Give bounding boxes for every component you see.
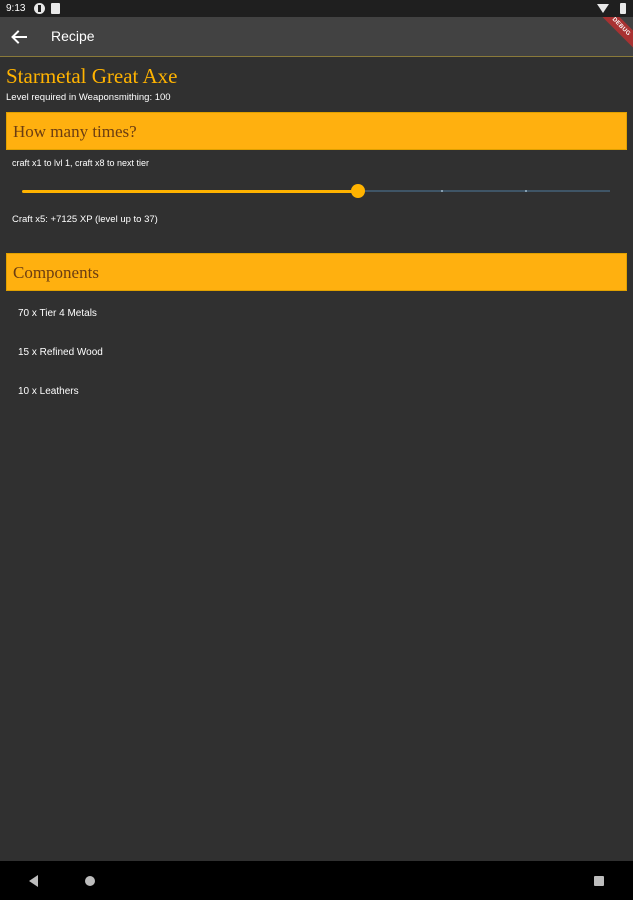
slider-thumb[interactable] (351, 184, 365, 198)
status-time: 9:13 (6, 3, 26, 14)
craft-hint-text: craft x1 to lvl 1, craft x8 to next tier (12, 158, 150, 168)
slider-track-active (22, 190, 358, 193)
craft-count-header: How many times? (6, 112, 627, 150)
components-header: Components (6, 253, 627, 291)
page-title: Recipe (51, 28, 95, 44)
app-bar: Recipe DEBUG (0, 17, 633, 57)
level-required-text: Level required in Weaponsmithing: 100 (6, 92, 171, 103)
slider-tick (525, 190, 527, 192)
craft-count-header-label: How many times? (13, 122, 137, 141)
slider-tick (441, 190, 443, 192)
battery-icon (620, 3, 626, 14)
recipe-content: Starmetal Great Axe Level required in We… (0, 58, 633, 861)
nav-recents-icon[interactable] (594, 876, 604, 886)
system-nav-bar (0, 861, 633, 900)
component-item: 15 x Refined Wood (18, 347, 103, 358)
component-item: 10 x Leathers (18, 386, 79, 397)
slider-track-inactive (358, 190, 610, 192)
status-bar: 9:13 (0, 0, 633, 17)
app-notification-icon (34, 3, 45, 14)
craft-count-slider[interactable] (22, 183, 610, 199)
components-header-label: Components (13, 263, 99, 282)
item-title: Starmetal Great Axe (6, 64, 178, 88)
nav-back-icon[interactable] (29, 875, 38, 887)
arrow-left-icon (11, 30, 27, 44)
craft-xp-text: Craft x5: +7125 XP (level up to 37) (12, 214, 158, 225)
file-icon (51, 3, 60, 14)
nav-home-icon[interactable] (85, 876, 95, 886)
wifi-icon (597, 4, 609, 13)
debug-banner: DEBUG (594, 17, 633, 54)
component-item: 70 x Tier 4 Metals (18, 308, 97, 319)
back-button[interactable] (8, 26, 30, 48)
